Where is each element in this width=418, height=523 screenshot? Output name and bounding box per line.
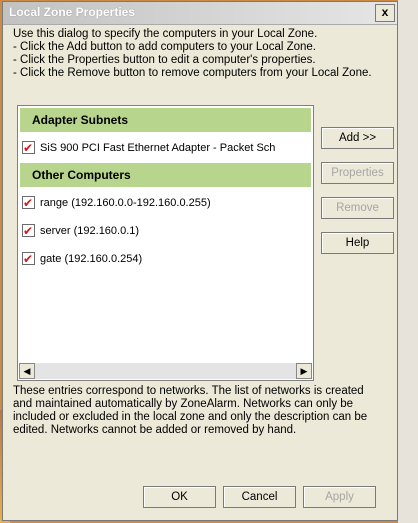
cancel-button[interactable]: Cancel (223, 486, 296, 508)
zone-list[interactable]: Adapter Subnets SiS 900 PCI Fast Etherne… (17, 105, 314, 381)
item-label: SiS 900 PCI Fast Ethernet Adapter - Pack… (40, 142, 276, 154)
ok-button[interactable]: OK (143, 486, 216, 508)
apply-button[interactable]: Apply (303, 486, 376, 508)
item-label: gate (192.160.0.254) (40, 253, 143, 265)
background-window (398, 0, 418, 523)
intro-text: Use this dialog to specify the computers… (13, 28, 398, 80)
properties-button[interactable]: Properties (321, 162, 394, 184)
checkbox[interactable] (22, 193, 35, 213)
note-line: and maintained automatically by ZoneAlar… (13, 398, 354, 410)
title-bar[interactable]: Local Zone Properties x (3, 2, 397, 25)
checkbox[interactable] (22, 138, 35, 158)
intro-line: - Click the Add button to add computers … (13, 41, 317, 53)
list-item[interactable]: SiS 900 PCI Fast Ethernet Adapter - Pack… (22, 138, 275, 158)
scroll-left-icon[interactable]: ◀ (19, 363, 35, 379)
list-item[interactable]: server (192.160.0.1) (22, 221, 139, 241)
checkbox[interactable] (22, 249, 35, 269)
close-button[interactable]: x (375, 4, 395, 22)
note-line: These entries correspond to networks. Th… (13, 385, 364, 397)
intro-line: Use this dialog to specify the computers… (13, 28, 318, 40)
note-line: included or excluded in the local zone a… (13, 411, 368, 423)
scroll-right-icon[interactable]: ▶ (296, 363, 312, 379)
group-header-adapter-subnets: Adapter Subnets (20, 108, 311, 132)
intro-line: - Click the Properties button to edit a … (13, 54, 316, 66)
list-item[interactable]: range (192.160.0.0-192.160.0.255) (22, 193, 211, 213)
horizontal-scrollbar[interactable]: ◀ ▶ (19, 363, 312, 379)
group-header-other-computers: Other Computers (20, 163, 311, 187)
networks-note: These entries correspond to networks. Th… (13, 385, 398, 437)
note-line: edited. Networks cannot be added or remo… (13, 424, 297, 436)
add-button[interactable]: Add >> (321, 127, 394, 149)
remove-button[interactable]: Remove (321, 197, 394, 219)
local-zone-dialog: Local Zone Properties x Use this dialog … (2, 1, 398, 521)
intro-line: - Click the Remove button to remove comp… (13, 67, 372, 79)
dialog-title: Local Zone Properties (9, 5, 136, 19)
item-label: server (192.160.0.1) (40, 225, 140, 237)
checkbox[interactable] (22, 221, 35, 241)
help-button[interactable]: Help (321, 232, 394, 254)
list-item[interactable]: gate (192.160.0.254) (22, 249, 142, 269)
item-label: range (192.160.0.0-192.160.0.255) (40, 197, 211, 209)
